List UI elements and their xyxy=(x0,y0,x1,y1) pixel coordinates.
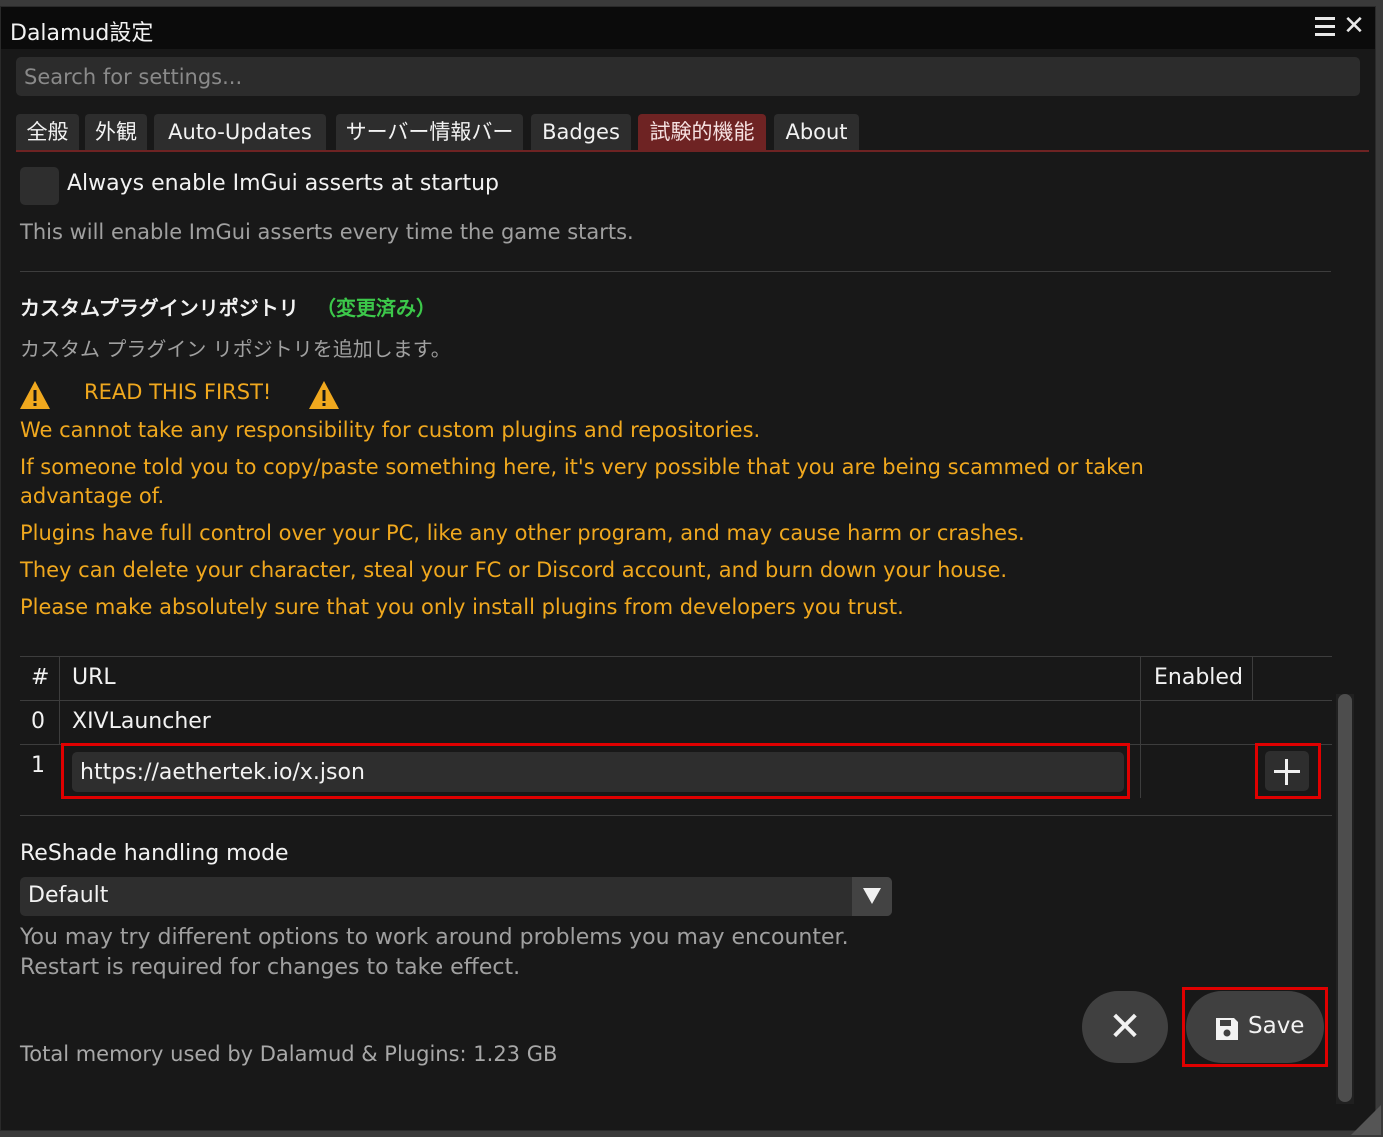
column-header-url: URL xyxy=(72,665,116,690)
imgui-asserts-label: Always enable ImGui asserts at startup xyxy=(67,171,500,196)
reshade-hint: You may try different options to work ar… xyxy=(20,925,849,950)
tab-badges[interactable]: Badges xyxy=(531,114,631,150)
warning-title: READ THIS FIRST! xyxy=(84,380,272,404)
search-input[interactable] xyxy=(16,57,1360,96)
custom-repo-title: カスタムプラグインリポジトリ xyxy=(20,296,299,320)
window-title: Dalamud設定 xyxy=(10,21,154,46)
tab-experimental[interactable]: 試験的機能 xyxy=(638,114,766,150)
menu-icon[interactable] xyxy=(1313,13,1337,41)
chevron-down-icon[interactable] xyxy=(852,877,892,916)
highlight-box xyxy=(61,743,1130,799)
scrollbar-thumb[interactable] xyxy=(1338,694,1352,1102)
divider xyxy=(20,271,1331,272)
custom-repo-hint: カスタム プラグイン リポジトリを追加します。 xyxy=(20,337,451,361)
imgui-asserts-checkbox[interactable] xyxy=(20,167,59,205)
row-url: XIVLauncher xyxy=(72,709,211,734)
new-row-index: 1 xyxy=(31,753,45,778)
tab-auto-updates[interactable]: Auto-Updates xyxy=(154,114,326,150)
warning-line: They can delete your character, steal yo… xyxy=(20,558,1008,582)
reshade-hint: Restart is required for changes to take … xyxy=(20,955,521,980)
memory-usage: Total memory used by Dalamud & Plugins: … xyxy=(20,1042,558,1066)
tab-server-info-bar[interactable]: サーバー情報バー xyxy=(336,114,523,150)
table-border xyxy=(59,656,60,744)
resize-grip-icon[interactable] xyxy=(1351,1105,1381,1135)
reshade-mode-select[interactable]: Default xyxy=(20,877,892,916)
tab-appearance[interactable]: 外観 xyxy=(85,114,147,150)
table-border xyxy=(20,700,1332,701)
reshade-mode-value: Default xyxy=(28,883,109,908)
table-border xyxy=(20,815,1332,816)
highlight-box xyxy=(1182,987,1328,1067)
column-header-index: # xyxy=(31,665,50,690)
tab-underline xyxy=(16,150,1369,152)
table-border xyxy=(1252,656,1253,700)
highlight-box xyxy=(1255,743,1321,799)
row-index: 0 xyxy=(31,709,45,734)
warning-icon xyxy=(309,381,339,409)
column-header-enabled: Enabled xyxy=(1154,665,1243,690)
warning-line: Plugins have full control over your PC, … xyxy=(20,521,1025,545)
imgui-asserts-hint: This will enable ImGui asserts every tim… xyxy=(20,220,634,244)
close-icon[interactable]: ✕ xyxy=(1341,11,1367,41)
title-bar[interactable]: Dalamud設定 ✕ xyxy=(1,7,1375,49)
modified-badge: （変更済み） xyxy=(316,296,436,320)
reshade-label: ReShade handling mode xyxy=(20,841,289,866)
close-changes-button[interactable]: ✕ xyxy=(1082,991,1168,1063)
warning-line: advantage of. xyxy=(20,484,165,508)
tab-about[interactable]: About xyxy=(774,114,859,150)
table-border xyxy=(1140,656,1141,798)
warning-line: Please make absolutely sure that you onl… xyxy=(20,595,904,619)
warning-line: If someone told you to copy/paste someth… xyxy=(20,455,1144,479)
scrollbar[interactable] xyxy=(1336,694,1354,1104)
table-border xyxy=(20,656,1332,657)
tab-general[interactable]: 全般 xyxy=(16,114,79,150)
warning-icon xyxy=(20,381,50,409)
warning-line: We cannot take any responsibility for cu… xyxy=(20,418,761,442)
